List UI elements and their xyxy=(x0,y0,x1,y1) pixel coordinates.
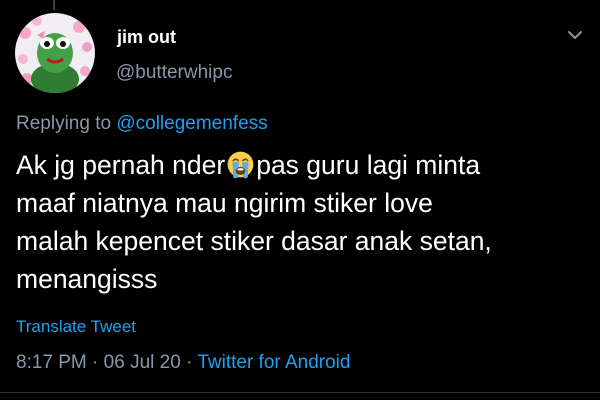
thread-connector-line xyxy=(53,0,55,10)
meta-separator: · xyxy=(186,352,193,373)
tweet-date[interactable]: 06 Jul 20 xyxy=(104,352,181,373)
translate-tweet-link[interactable]: Translate Tweet xyxy=(16,317,136,337)
tweet-time[interactable]: 8:17 PM xyxy=(16,352,87,373)
tweet-text-line: maaf niatnya mau ngirim stiker love xyxy=(16,188,433,218)
tweet-text-segment: pas guru lagi minta xyxy=(256,150,481,180)
divider xyxy=(0,392,600,393)
tweet-text-segment: Ak jg pernah nder xyxy=(16,150,226,180)
replying-to-mention[interactable]: @collegemenfess xyxy=(116,113,267,134)
tweet-source-link[interactable]: Twitter for Android xyxy=(197,352,350,373)
loudly-crying-face-icon xyxy=(226,150,255,179)
display-name[interactable]: jim out xyxy=(117,27,176,48)
avatar-image xyxy=(15,13,95,93)
tweet-metadata: 8:17 PM · 06 Jul 20 · Twitter for Androi… xyxy=(16,352,350,374)
tweet-text-line: Ak jg pernah nder pas guru lagi minta xyxy=(16,146,586,184)
user-handle[interactable]: @butterwhipc xyxy=(116,62,232,84)
tweet-text-line: malah kepencet stiker dasar anak setan, xyxy=(16,226,492,256)
tweet-text-line: menangisss xyxy=(16,264,158,294)
chevron-down-icon[interactable] xyxy=(566,28,584,42)
replying-to-prefix: Replying to xyxy=(16,113,112,134)
tweet-text: Ak jg pernah nder pas guru lagi minta ma… xyxy=(16,146,586,298)
meta-separator: · xyxy=(92,352,99,373)
replying-to-line: Replying to @collegemenfess xyxy=(16,113,268,135)
avatar[interactable] xyxy=(15,13,95,93)
